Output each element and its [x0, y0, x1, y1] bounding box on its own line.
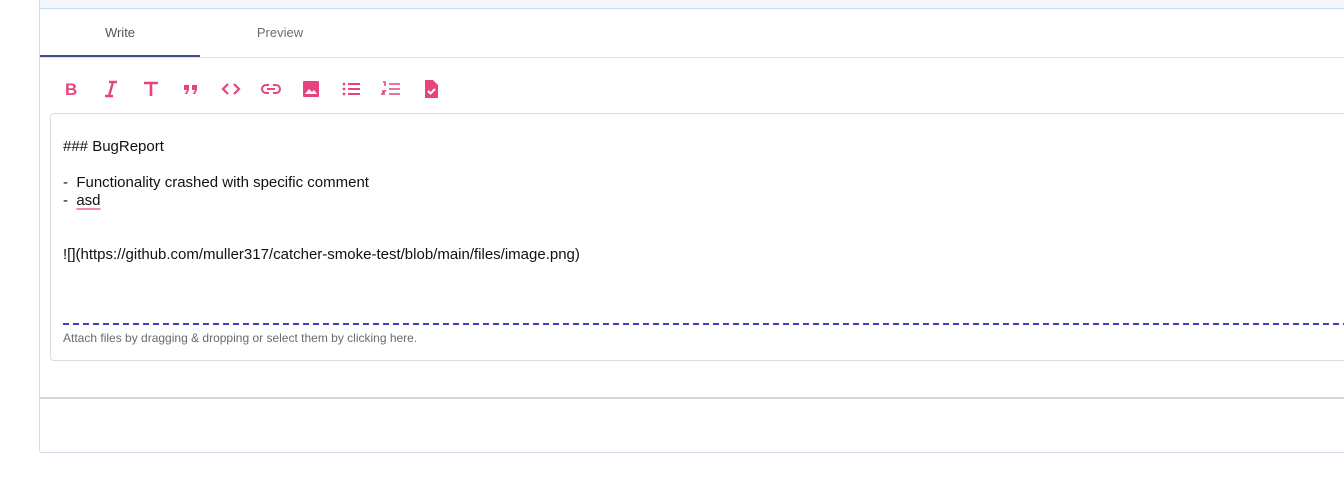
- task-list-button[interactable]: [420, 76, 442, 102]
- editor-line: ### BugReport: [63, 138, 164, 155]
- file-dropzone-border: [63, 323, 1344, 327]
- form-footer-divider: [40, 397, 1344, 399]
- link-icon: [261, 84, 281, 94]
- bulleted-list-button[interactable]: [340, 76, 362, 102]
- editor-content: ### BugReport - Functionality crashed wi…: [63, 138, 1344, 264]
- markdown-textarea[interactable]: ### BugReport - Functionality crashed wi…: [50, 113, 1344, 361]
- editor-line: - asd: [63, 192, 1344, 210]
- attach-files-hint[interactable]: Attach files by dragging & dropping or s…: [63, 331, 417, 345]
- bulleted-list-icon: [342, 82, 360, 96]
- code-icon: [221, 83, 241, 95]
- task-list-icon: [425, 80, 438, 98]
- image-icon: [303, 81, 319, 97]
- misspelled-word: asd: [76, 192, 101, 209]
- numbered-list-icon: [381, 81, 400, 95]
- image-button[interactable]: [300, 76, 322, 102]
- svg-text:B: B: [65, 80, 77, 99]
- quote-button[interactable]: [180, 76, 202, 102]
- header-strip: [40, 0, 1344, 9]
- link-button[interactable]: [260, 76, 282, 102]
- italic-icon: [105, 80, 117, 98]
- header-button[interactable]: [140, 76, 162, 102]
- editor-line-prefix: -: [63, 192, 77, 209]
- numbered-list-button[interactable]: [380, 76, 402, 102]
- bold-icon: B: [65, 80, 77, 99]
- quote-icon: [184, 85, 197, 94]
- editor-tabs: Write Preview: [40, 9, 1344, 58]
- editor-line: - Functionality crashed with specific co…: [63, 174, 369, 191]
- comment-form: Write Preview B ### BugReport - Function…: [39, 0, 1344, 453]
- code-button[interactable]: [220, 76, 242, 102]
- italic-button[interactable]: [100, 76, 122, 102]
- editor-line: ![](https://github.com/muller317/catcher…: [63, 246, 580, 263]
- header-icon: [144, 81, 158, 96]
- tab-write[interactable]: Write: [40, 9, 200, 57]
- bold-button[interactable]: B: [60, 76, 82, 102]
- tab-preview[interactable]: Preview: [200, 9, 360, 57]
